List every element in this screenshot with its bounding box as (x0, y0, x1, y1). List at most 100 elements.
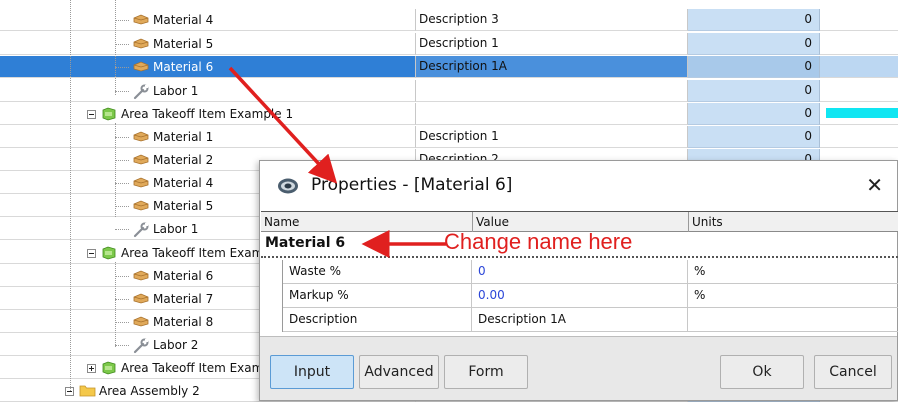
collapse-icon[interactable] (87, 109, 96, 119)
tree-node[interactable]: Material 6 (133, 56, 213, 78)
description-cell[interactable]: Description 1 (416, 126, 688, 148)
tree-node-label: Area Assembly 2 (99, 383, 200, 398)
tree-node-label: Labor 1 (153, 221, 199, 236)
tree-guide-line (115, 262, 116, 347)
property-value-input[interactable]: 0.00 (472, 284, 688, 308)
column-header-name[interactable]: Name (264, 212, 299, 232)
tree-node-label: Labor 2 (153, 337, 199, 352)
tree-node[interactable]: Material 5 (133, 33, 213, 55)
column-header-value[interactable]: Value (476, 212, 509, 232)
tree-connector (115, 206, 129, 207)
extra-cell[interactable] (820, 56, 898, 78)
area-takeoff-icon (101, 107, 117, 121)
tree-node[interactable]: Material 4 (133, 9, 213, 31)
material-box-icon (133, 315, 149, 329)
tree-node[interactable]: Area Assembly 2 (65, 380, 200, 402)
material-box-icon (133, 292, 149, 306)
tree-node-cell[interactable]: Material 6 (0, 56, 416, 78)
property-units: % (688, 260, 898, 284)
property-value-input[interactable]: 0 (472, 260, 688, 284)
advanced-button[interactable]: Advanced (359, 355, 439, 389)
extra-cell[interactable] (820, 126, 898, 148)
tree-row[interactable]: Material 5 Description 10 (0, 33, 898, 55)
quantity-cell[interactable]: 0 (688, 80, 820, 102)
input-button[interactable]: Input (270, 355, 354, 389)
quantity-cell[interactable]: 0 (688, 103, 820, 125)
extra-cell[interactable] (820, 80, 898, 102)
tree-node[interactable]: Material 7 (133, 288, 213, 310)
tree-node[interactable]: Material 1 (133, 126, 213, 148)
description-cell[interactable] (416, 103, 688, 125)
area-takeoff-icon (101, 361, 117, 375)
labor-wrench-icon (133, 222, 149, 238)
tree-connector (115, 299, 129, 300)
tree-node-cell[interactable]: Material 1 (0, 126, 416, 148)
tree-connector (115, 20, 129, 21)
tree-row[interactable]: Material 4 Description 30 (0, 9, 898, 31)
tree-node[interactable]: Material 6 (133, 265, 213, 287)
description-cell[interactable]: Description 3 (416, 9, 688, 31)
column-divider[interactable] (688, 212, 689, 232)
tree-node-label: Material 4 (153, 12, 214, 27)
tree-node[interactable]: Labor 1 (133, 80, 198, 102)
tree-node-label: Material 5 (153, 36, 214, 51)
form-button[interactable]: Form (444, 355, 528, 389)
tree-node[interactable]: Material 8 (133, 311, 213, 333)
property-row[interactable]: Waste % 0 % (261, 260, 898, 284)
material-box-icon (133, 153, 149, 167)
tree-node-label: Material 2 (153, 152, 214, 167)
property-value-input[interactable]: Description 1A (472, 308, 688, 332)
quantity-cell[interactable]: 0 (688, 56, 820, 78)
tree-row[interactable]: Area Takeoff Item Example 1 0 (0, 103, 898, 125)
column-divider[interactable] (472, 212, 473, 232)
extra-cell[interactable] (820, 9, 898, 31)
description-cell[interactable] (416, 80, 688, 102)
quantity-cell[interactable]: 0 (688, 33, 820, 55)
property-grid-header: Name Value Units (261, 211, 898, 232)
property-name: Description (283, 308, 472, 332)
property-category-row[interactable]: Material 6 (261, 232, 898, 258)
property-name: Waste % (283, 260, 472, 284)
tree-node-cell[interactable]: Area Takeoff Item Example 1 (0, 103, 416, 125)
column-header-units[interactable]: Units (692, 212, 723, 232)
description-cell[interactable]: Description 1 (416, 33, 688, 55)
property-name: Markup % (283, 284, 472, 308)
tree-guide-line (115, 0, 116, 95)
tree-guide-line (115, 123, 116, 217)
row-indent (261, 260, 283, 284)
extra-cell[interactable] (820, 33, 898, 55)
close-icon[interactable]: ✕ (866, 173, 883, 197)
tree-node[interactable]: Material 5 (133, 195, 213, 217)
tree-node[interactable]: Labor 1 (133, 218, 198, 240)
collapse-icon[interactable] (87, 248, 96, 258)
tree-node[interactable]: Material 2 (133, 149, 213, 171)
labor-wrench-icon (133, 84, 149, 100)
tree-node-label: Area Takeoff Item Example 1 (121, 106, 294, 121)
tree-node-cell[interactable]: Material 4 (0, 9, 416, 31)
quantity-cell[interactable]: 0 (688, 9, 820, 31)
cancel-button[interactable]: Cancel (814, 355, 892, 389)
ok-button[interactable]: Ok (720, 355, 804, 389)
tree-row[interactable]: Material 6 Description 1A 0 (0, 56, 898, 78)
tree-row[interactable]: Material 1 Description 10 (0, 126, 898, 148)
property-row[interactable]: Description Description 1A (261, 308, 898, 332)
tree-node-cell[interactable]: Material 5 (0, 33, 416, 55)
tree-node-cell[interactable]: Labor 1 (0, 80, 416, 102)
expand-icon[interactable] (87, 363, 96, 373)
tree-node[interactable]: Labor 2 (133, 334, 198, 356)
tree-node[interactable]: Material 4 (133, 172, 213, 194)
tree-connector (115, 91, 129, 92)
area-takeoff-icon (101, 246, 117, 260)
extra-cell[interactable] (820, 103, 898, 125)
property-row[interactable]: Markup % 0.00 % (261, 284, 898, 308)
description-cell[interactable]: Description 1A (416, 56, 688, 78)
tree-connector (115, 345, 129, 346)
quantity-cell[interactable]: 0 (688, 126, 820, 148)
tree-node-label: Material 1 (153, 129, 214, 144)
dialog-title-bar[interactable]: Properties - [Material 6] ✕ (260, 161, 897, 211)
property-units (688, 308, 898, 332)
tree-connector (115, 183, 129, 184)
tree-node-label: Material 4 (153, 175, 214, 190)
tree-node[interactable]: Area Takeoff Item Example 1 (87, 103, 293, 125)
tree-row[interactable]: Labor 1 0 (0, 80, 898, 102)
